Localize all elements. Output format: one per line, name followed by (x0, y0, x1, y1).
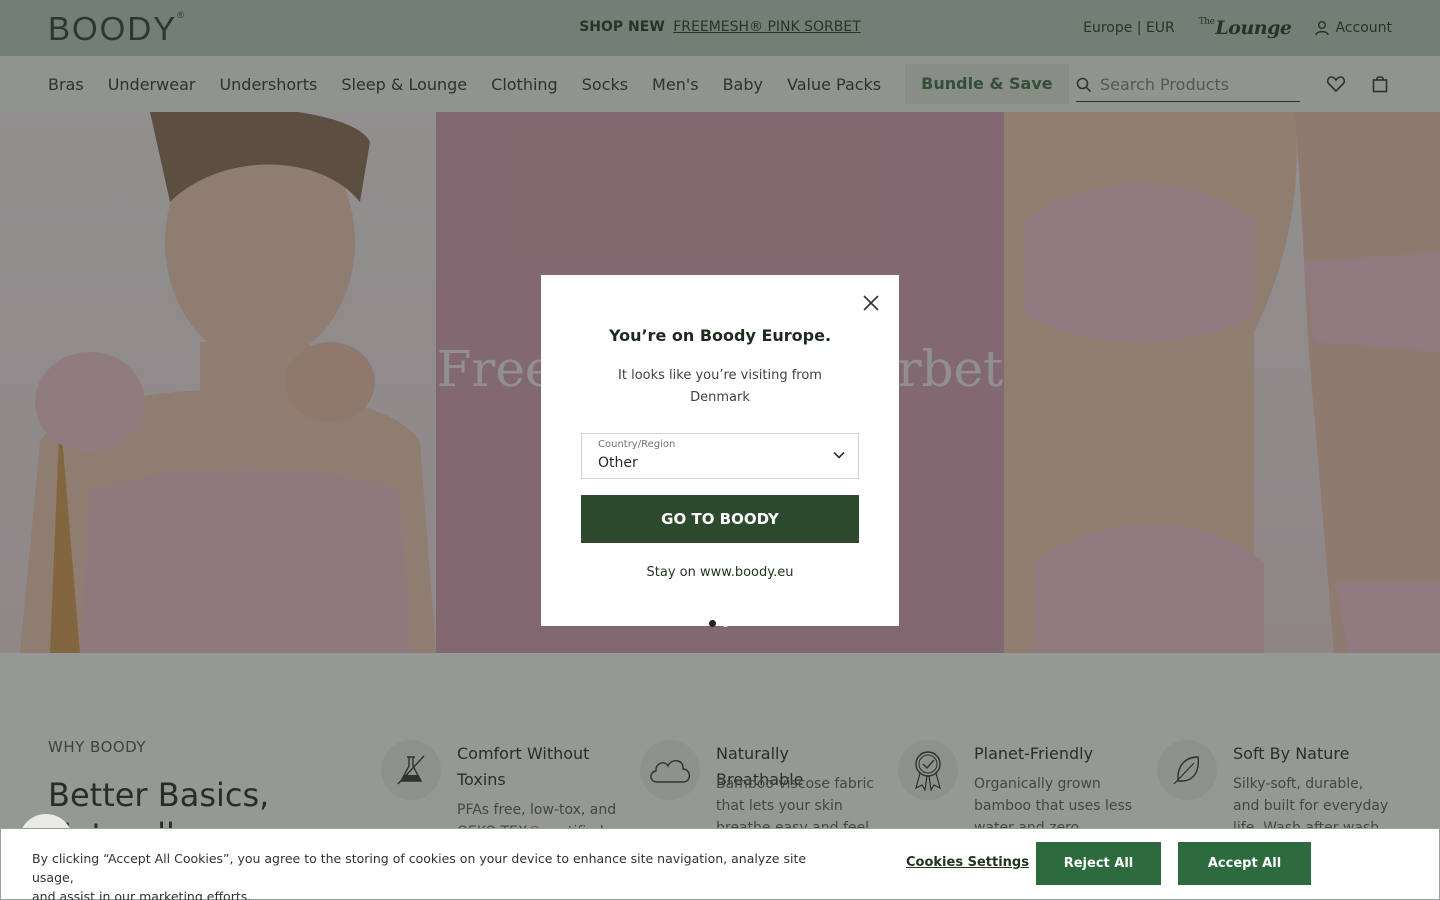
modal-message: It looks like you’re visiting from Denma… (601, 365, 839, 409)
reject-all-button[interactable]: Reject All (1036, 842, 1161, 885)
select-value: Other (598, 455, 638, 471)
country-region-select[interactable]: Country/Region Other (581, 433, 859, 479)
carousel-dot-2[interactable] (722, 620, 729, 627)
cookie-banner: By clicking “Accept All Cookies”, you ag… (0, 828, 1440, 900)
cookie-message-line-1: By clicking “Accept All Cookies”, you ag… (32, 851, 807, 885)
cookie-message-line-2: and assist in our marketing efforts. (32, 889, 252, 900)
cookies-settings-button[interactable]: Cookies Settings (906, 855, 1029, 870)
accept-all-cookies-button[interactable]: Accept All Cookies (1178, 842, 1311, 900)
carousel-dot-1[interactable] (709, 620, 716, 627)
modal-message-line-1: It looks like you’re visiting from (618, 368, 822, 383)
select-label: Country/Region (598, 439, 676, 450)
go-to-boody-button[interactable]: GO TO BOODY (581, 495, 859, 543)
close-icon[interactable] (861, 293, 881, 313)
stay-on-site-link[interactable]: Stay on www.boody.eu (541, 565, 899, 580)
chevron-down-icon (833, 451, 845, 459)
cookie-message: By clicking “Accept All Cookies”, you ag… (32, 849, 812, 900)
modal-title: You’re on Boody Europe. (608, 326, 832, 345)
detected-country: Denmark (690, 390, 750, 405)
carousel-dots (709, 620, 729, 627)
region-modal: You’re on Boody Europe. It looks like yo… (541, 275, 899, 626)
